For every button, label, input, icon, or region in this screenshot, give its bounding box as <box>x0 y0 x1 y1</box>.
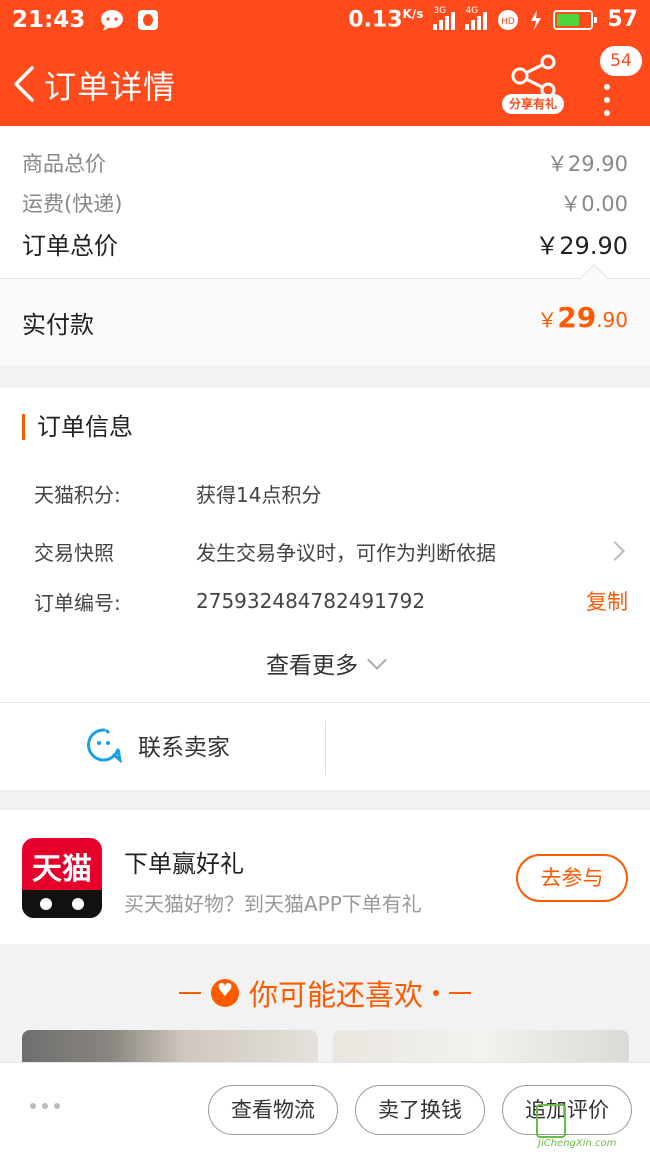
order-total-row: 订单总价 ￥29.90 <box>22 226 628 261</box>
order-info-section: 订单信息 天猫积分: 获得14点积分 交易快照 发生交易争议时，可作为判断依据 … <box>0 388 650 702</box>
charging-icon <box>531 9 542 30</box>
price-summary: 商品总价 ￥29.90 运费(快递) ￥0.00 订单总价 ￥29.90 <box>0 126 650 278</box>
points-value: 获得14点积分 <box>196 482 322 507</box>
status-bar: 21:43 0.13K/s 3G 4G HD 57 <box>0 0 650 40</box>
shipping-row: 运费(快递) ￥0.00 <box>22 188 628 218</box>
promo-title: 下单赢好礼 <box>124 850 244 878</box>
svg-text:HD: HD <box>502 17 516 27</box>
order-total-value: ￥29.90 <box>535 232 628 260</box>
points-row: 天猫积分: 获得14点积分 <box>34 478 628 508</box>
order-number-row: 订单编号: 2759324847824917​92 复制 <box>34 586 628 616</box>
hd-call-icon: HD <box>498 9 519 30</box>
battery-icon <box>553 9 598 30</box>
watermark-logo <box>536 1104 566 1138</box>
contact-seller-label: 联系卖家 <box>138 735 230 761</box>
chat-bubble-icon <box>101 10 124 31</box>
paid-label: 实付款 <box>22 311 94 339</box>
copy-button[interactable]: 复制 <box>586 586 628 616</box>
divider <box>325 721 326 775</box>
order-total-label: 订单总价 <box>22 232 118 260</box>
view-more-button[interactable]: 查看更多 <box>0 646 650 680</box>
order-number-value: 2759324847824917​92 <box>196 589 426 613</box>
recommend-title-text: 你可能还喜欢 <box>248 978 423 1012</box>
heart-icon <box>210 979 239 1007</box>
site-watermark: JiChengXin.com <box>532 1104 650 1155</box>
chevron-right-icon <box>605 541 625 561</box>
view-more-label: 查看更多 <box>266 653 358 679</box>
back-arrow-icon[interactable] <box>10 64 40 104</box>
paid-value: ￥29.90 <box>537 301 628 334</box>
app-header: 订单详情 分享有礼 54 <box>0 40 650 126</box>
view-logistics-button[interactable]: 查看物流 <box>208 1085 338 1135</box>
goods-total-label: 商品总价 <box>22 152 106 176</box>
chat-face-icon <box>87 728 122 763</box>
shipping-value: ￥0.00 <box>560 192 628 216</box>
battery-percent: 57 <box>607 7 638 33</box>
order-number-label: 订单编号: <box>34 590 121 615</box>
decor-line <box>178 992 201 994</box>
order-info-title: 订单信息 <box>22 414 133 440</box>
share-reward-label[interactable]: 分享有礼 <box>502 94 564 114</box>
more-actions-icon[interactable] <box>30 1103 60 1109</box>
contact-seller-button[interactable]: 联系卖家 <box>86 727 230 763</box>
more-menu-icon[interactable] <box>600 80 614 120</box>
signal-4g-icon: 4G <box>465 6 488 30</box>
join-button[interactable]: 去参与 <box>516 854 628 902</box>
contact-bar: 联系卖家 <box>0 702 650 790</box>
recommend-title: 你可能还喜欢 <box>0 972 650 1014</box>
page-title: 订单详情 <box>44 68 177 106</box>
goods-total-row: 商品总价 ￥29.90 <box>22 148 628 178</box>
tmall-logo: 天猫 <box>22 838 102 918</box>
net-speed: 0.13K/s <box>348 7 424 33</box>
shipping-label: 运费(快递) <box>22 192 123 216</box>
paid-amount-row: 实付款 ￥29.90 <box>0 263 650 366</box>
snapshot-row[interactable]: 交易快照 发生交易争议时，可作为判断依据 <box>34 536 628 566</box>
snapshot-value: 发生交易争议时，可作为判断依据 <box>196 540 496 565</box>
status-right: 0.13K/s 3G 4G HD 57 <box>348 6 638 33</box>
decor-dot <box>433 990 439 996</box>
message-badge[interactable]: 54 <box>600 46 642 76</box>
signal-3g-icon: 3G <box>433 6 456 30</box>
promo-subtitle: 买天猫好物？到天猫APP下单有礼 <box>124 892 422 916</box>
points-label: 天猫积分: <box>34 482 121 507</box>
decor-line <box>449 992 471 994</box>
chevron-down-icon <box>367 650 387 670</box>
qq-icon <box>138 10 159 30</box>
goods-total-value: ￥29.90 <box>546 152 628 176</box>
resell-button[interactable]: 卖了换钱 <box>355 1085 485 1135</box>
status-time: 21:43 <box>12 7 86 33</box>
snapshot-label: 交易快照 <box>34 540 114 565</box>
promo-banner: 天猫 下单赢好礼 买天猫好物？到天猫APP下单有礼 去参与 <box>0 810 650 944</box>
